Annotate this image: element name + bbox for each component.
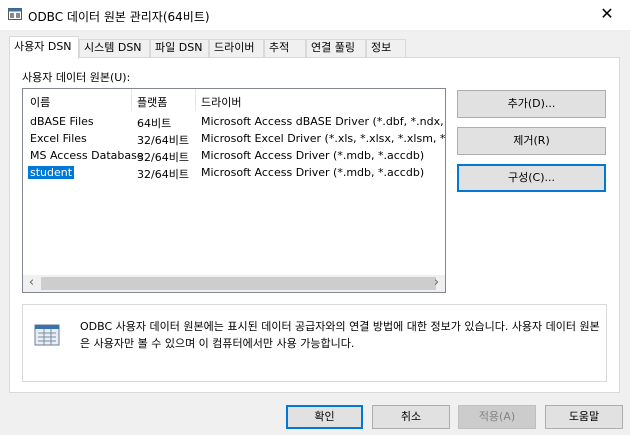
tab-drivers[interactable]: 드라이버 bbox=[209, 39, 264, 57]
tab-label: 추적 bbox=[269, 41, 290, 54]
remove-button[interactable]: 제거(R) bbox=[457, 127, 606, 155]
scroll-right-button[interactable]: › bbox=[428, 275, 445, 292]
dsn-driver: Microsoft Access dBASE Driver (*.dbf, *.… bbox=[201, 115, 445, 128]
tab-label: 연결 풀링 bbox=[311, 41, 355, 54]
user-data-sources-label: 사용자 데이터 원본(U): bbox=[22, 71, 131, 84]
tab-label: 사용자 DSN bbox=[14, 40, 72, 53]
dsn-name: MS Access Database bbox=[30, 149, 144, 162]
tab-label: 드라이버 bbox=[214, 41, 255, 54]
close-icon: ✕ bbox=[600, 4, 614, 23]
dsn-platform: 64비트 bbox=[137, 117, 172, 130]
database-document-icon bbox=[34, 324, 60, 346]
cancel-button[interactable]: 취소 bbox=[372, 405, 450, 429]
user-data-sources-list[interactable]: 이름 플랫폼 드라이버 dBASE Files 64비트 Microsoft A… bbox=[22, 88, 446, 293]
close-button[interactable]: ✕ bbox=[584, 0, 630, 30]
dsn-driver: Microsoft Access Driver (*.mdb, *.accdb) bbox=[201, 166, 425, 179]
dsn-name: student bbox=[28, 166, 75, 179]
tab-user-dsn[interactable]: 사용자 DSN bbox=[9, 36, 79, 59]
column-header-platform[interactable]: 플랫폼 bbox=[137, 94, 167, 110]
dsn-driver: Microsoft Excel Driver (*.xls, *.xlsx, *… bbox=[201, 132, 446, 145]
info-description: ODBC 사용자 데이터 원본에는 표시된 데이터 공급자와의 연결 방법에 대… bbox=[80, 320, 600, 350]
dsn-name: dBASE Files bbox=[30, 115, 94, 128]
configure-button[interactable]: 구성(C)... bbox=[457, 164, 606, 192]
tab-connection-pooling[interactable]: 연결 풀링 bbox=[306, 39, 366, 57]
tab-about[interactable]: 정보 bbox=[366, 39, 406, 57]
tab-system-dsn[interactable]: 시스템 DSN bbox=[79, 39, 150, 57]
dsn-name: Excel Files bbox=[30, 132, 87, 145]
title-bar: ODBC 데이터 원본 관리자(64비트) ✕ bbox=[0, 0, 630, 30]
list-header: 이름 플랫폼 드라이버 bbox=[23, 89, 445, 111]
tab-label: 시스템 DSN bbox=[84, 41, 142, 54]
dsn-platform: 32/64비트 bbox=[137, 151, 189, 164]
window-title: ODBC 데이터 원본 관리자(64비트) bbox=[28, 10, 210, 24]
chevron-left-icon: ‹ bbox=[28, 275, 35, 290]
column-header-name[interactable]: 이름 bbox=[30, 94, 50, 110]
horizontal-scrollbar[interactable]: ‹ › bbox=[23, 275, 445, 292]
tab-file-dsn[interactable]: 파일 DSN bbox=[150, 39, 209, 57]
dsn-platform: 32/64비트 bbox=[137, 168, 189, 181]
tab-label: 정보 bbox=[371, 41, 392, 54]
tab-tracing[interactable]: 추적 bbox=[264, 39, 306, 57]
odbc-admin-icon bbox=[8, 8, 22, 20]
help-button[interactable]: 도움말 bbox=[545, 405, 623, 429]
list-item[interactable]: Excel Files 32/64비트 Microsoft Excel Driv… bbox=[23, 130, 445, 147]
tab-strip: 사용자 DSN 시스템 DSN 파일 DSN 드라이버 추적 연결 풀링 정보 bbox=[0, 36, 630, 59]
dsn-platform: 32/64비트 bbox=[137, 134, 189, 147]
ok-button[interactable]: 확인 bbox=[286, 405, 363, 429]
column-divider[interactable] bbox=[131, 89, 132, 111]
column-header-driver[interactable]: 드라이버 bbox=[201, 94, 241, 110]
list-item[interactable]: MS Access Database 32/64비트 Microsoft Acc… bbox=[23, 147, 445, 164]
list-item-selected[interactable]: student 32/64비트 Microsoft Access Driver … bbox=[23, 164, 445, 181]
tab-label: 파일 DSN bbox=[155, 41, 203, 54]
dsn-driver: Microsoft Access Driver (*.mdb, *.accdb) bbox=[201, 149, 425, 162]
chevron-right-icon: › bbox=[433, 275, 440, 290]
list-item[interactable]: dBASE Files 64비트 Microsoft Access dBASE … bbox=[23, 113, 445, 130]
scrollbar-thumb[interactable] bbox=[41, 277, 436, 290]
column-divider[interactable] bbox=[195, 89, 196, 111]
scroll-left-button[interactable]: ‹ bbox=[23, 275, 40, 292]
apply-button[interactable]: 적용(A) bbox=[458, 405, 536, 429]
info-group: ODBC 사용자 데이터 원본에는 표시된 데이터 공급자와의 연결 방법에 대… bbox=[22, 304, 607, 382]
add-button[interactable]: 추가(D)... bbox=[457, 90, 606, 118]
